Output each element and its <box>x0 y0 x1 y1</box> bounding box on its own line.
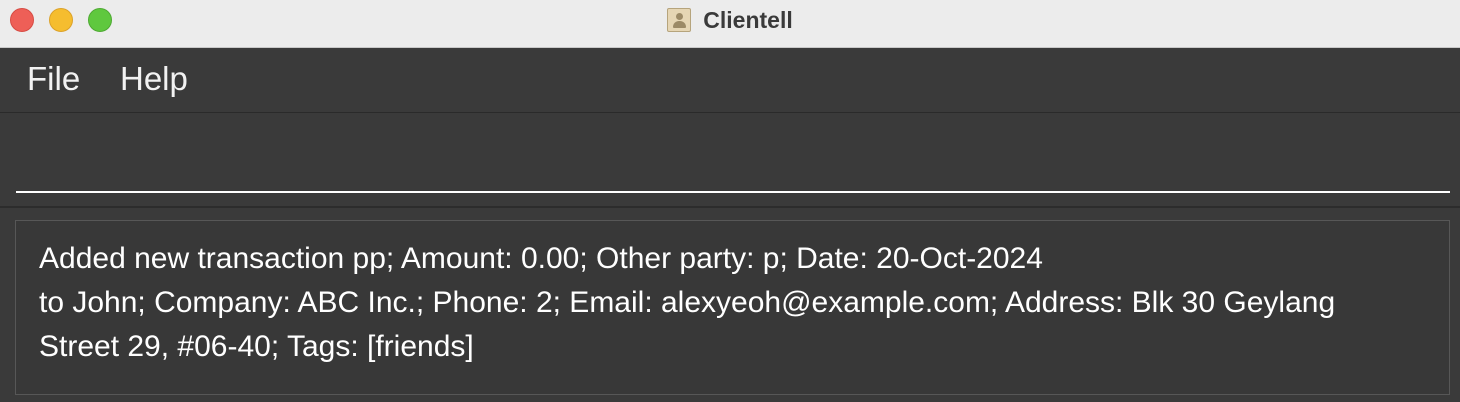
menu-help[interactable]: Help <box>120 60 188 98</box>
command-box-container <box>0 113 1460 208</box>
title-bar: Clientell <box>0 0 1460 48</box>
window-title-group: Clientell <box>0 0 1460 40</box>
menu-file[interactable]: File <box>27 60 80 98</box>
result-line: to John; Company: ABC Inc.; Phone: 2; Em… <box>39 286 1336 319</box>
result-display: Added new transaction pp; Amount: 0.00; … <box>15 220 1450 395</box>
command-input[interactable] <box>16 125 1450 193</box>
contact-card-icon <box>667 8 692 32</box>
window-title: Clientell <box>703 6 793 33</box>
app-window: Clientell File Help Added new transactio… <box>0 0 1460 402</box>
result-line: Added new transaction pp; Amount: 0.00; … <box>39 242 1043 275</box>
result-line: Street 29, #06-40; Tags: [friends] <box>39 330 474 363</box>
menu-bar: File Help <box>0 48 1460 113</box>
